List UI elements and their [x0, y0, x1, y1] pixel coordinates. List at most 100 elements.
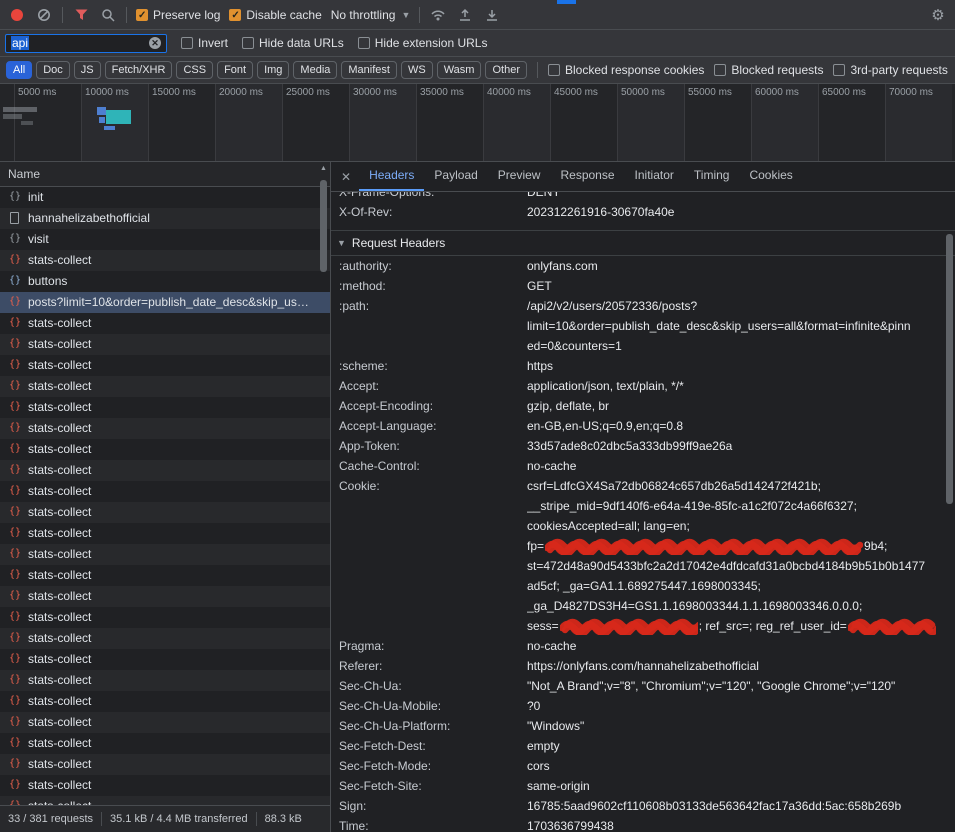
request-row[interactable]: {}stats-collect — [0, 691, 330, 712]
header-value-line: limit=10&order=publish_date_desc&skip_us… — [527, 316, 939, 336]
close-icon[interactable]: ✕ — [341, 170, 351, 184]
request-row[interactable]: hannahelizabethofficial — [0, 208, 330, 229]
request-row[interactable]: {}stats-collect — [0, 334, 330, 355]
filter-chip-font[interactable]: Font — [217, 61, 253, 79]
clear-network-log-button[interactable] — [35, 6, 53, 24]
filter-chip-js[interactable]: JS — [74, 61, 101, 79]
request-row[interactable]: {}stats-collect — [0, 712, 330, 733]
filter-chip-img[interactable]: Img — [257, 61, 289, 79]
disable-cache-checkbox[interactable]: Disable cache — [229, 8, 321, 22]
tab-cookies[interactable]: Cookies — [739, 162, 802, 191]
request-name-label: stats-collect — [28, 253, 91, 267]
clear-icon — [37, 8, 51, 22]
request-row[interactable]: {}stats-collect — [0, 796, 330, 805]
tab-timing[interactable]: Timing — [684, 162, 740, 191]
request-row[interactable]: {}init — [0, 187, 330, 208]
export-har-button[interactable] — [483, 6, 501, 24]
header-row: Sec-Ch-Ua:"Not_A Brand";v="8", "Chromium… — [331, 676, 955, 696]
request-headers-section-header[interactable]: ▼ Request Headers — [331, 230, 955, 256]
record-network-log-button[interactable] — [8, 6, 26, 24]
tab-response[interactable]: Response — [550, 162, 624, 191]
request-row[interactable]: {}stats-collect — [0, 250, 330, 271]
filter-toggle-button[interactable] — [72, 6, 90, 24]
clear-filter-icon[interactable]: ✕ — [149, 37, 161, 49]
request-row[interactable]: {}visit — [0, 229, 330, 250]
filter-funnel-icon — [75, 9, 88, 21]
header-value: ?0 — [527, 696, 955, 716]
settings-gear-icon[interactable]: ⚙ — [929, 6, 947, 24]
tab-payload[interactable]: Payload — [424, 162, 487, 191]
filter-chip-wasm[interactable]: Wasm — [437, 61, 482, 79]
request-row[interactable]: {}stats-collect — [0, 481, 330, 502]
request-row[interactable]: {}stats-collect — [0, 670, 330, 691]
scrollbar-thumb[interactable] — [320, 180, 327, 272]
timeline-tick-label: 15000 ms — [152, 87, 196, 98]
header-value: "Windows" — [527, 716, 955, 736]
tab-initiator[interactable]: Initiator — [625, 162, 684, 191]
scroll-up-button[interactable]: ▲ — [318, 165, 329, 172]
request-row[interactable]: {}stats-collect — [0, 397, 330, 418]
filter-chip-manifest[interactable]: Manifest — [341, 61, 397, 79]
request-row[interactable]: {}stats-collect — [0, 460, 330, 481]
throttling-select[interactable]: No throttling ▼ — [331, 8, 411, 22]
request-name-label: stats-collect — [28, 337, 91, 351]
header-value: 16785:5aad9602cf110608b03133de563642fac1… — [527, 796, 955, 816]
third-party-requests-checkbox[interactable]: 3rd-party requests — [833, 63, 947, 77]
network-conditions-button[interactable] — [429, 6, 447, 24]
filter-input[interactable]: api ✕ — [5, 34, 167, 53]
redaction-scribble — [560, 618, 698, 636]
request-row[interactable]: {}stats-collect — [0, 502, 330, 523]
filter-chip-fetch-xhr[interactable]: Fetch/XHR — [105, 61, 173, 79]
header-name: Sec-Ch-Ua-Mobile: — [331, 696, 527, 716]
details-scrollbar[interactable] — [944, 224, 955, 832]
request-row[interactable]: {}stats-collect — [0, 649, 330, 670]
request-row[interactable]: {}stats-collect — [0, 628, 330, 649]
request-row[interactable]: {}stats-collect — [0, 418, 330, 439]
request-list-scrollbar[interactable]: ▲ — [318, 165, 329, 802]
request-row[interactable]: {}stats-collect — [0, 439, 330, 460]
filter-chip-all[interactable]: All — [6, 61, 32, 79]
tab-headers[interactable]: Headers — [359, 162, 424, 191]
request-row[interactable]: {}stats-collect — [0, 607, 330, 628]
filter-chip-doc[interactable]: Doc — [36, 61, 70, 79]
header-row: Sec-Ch-Ua-Mobile:?0 — [331, 696, 955, 716]
hide-data-urls-checkbox[interactable]: Hide data URLs — [242, 36, 344, 50]
request-row[interactable]: {}buttons — [0, 271, 330, 292]
request-row[interactable]: {}stats-collect — [0, 523, 330, 544]
blocked-response-cookies-checkbox[interactable]: Blocked response cookies — [548, 63, 704, 77]
request-row[interactable]: {}stats-collect — [0, 565, 330, 586]
json-braces-icon: {} — [8, 799, 22, 805]
preserve-log-checkbox[interactable]: Preserve log — [136, 8, 220, 22]
filter-input-value: api — [11, 36, 29, 50]
request-row[interactable]: {}stats-collect — [0, 775, 330, 796]
overview-activity-bar — [99, 117, 105, 123]
request-row[interactable]: {}stats-collect — [0, 376, 330, 397]
cookie-value-line: csrf=LdfcGX4Sa72db06824c657db26a5d142472… — [527, 476, 939, 496]
timeline-tick-label: 30000 ms — [353, 87, 397, 98]
hide-extension-urls-checkbox[interactable]: Hide extension URLs — [358, 36, 488, 50]
invert-checkbox[interactable]: Invert — [181, 36, 228, 50]
network-overview-timeline[interactable]: 5000 ms10000 ms15000 ms20000 ms25000 ms3… — [0, 84, 955, 162]
request-row[interactable]: {}stats-collect — [0, 733, 330, 754]
request-row[interactable]: {}stats-collect — [0, 355, 330, 376]
cookie-text: fp= — [527, 539, 544, 553]
request-row[interactable]: {}stats-collect — [0, 544, 330, 565]
filter-chip-css[interactable]: CSS — [176, 61, 213, 79]
blocked-requests-checkbox[interactable]: Blocked requests — [714, 63, 823, 77]
request-row[interactable]: {}posts?limit=10&order=publish_date_desc… — [0, 292, 330, 313]
request-row[interactable]: {}stats-collect — [0, 313, 330, 334]
name-column-header[interactable]: Name — [0, 162, 330, 187]
request-name-label: stats-collect — [28, 673, 91, 687]
search-button[interactable] — [99, 6, 117, 24]
import-har-button[interactable] — [456, 6, 474, 24]
request-name-label: visit — [28, 232, 49, 246]
filter-chip-other[interactable]: Other — [485, 61, 527, 79]
request-row[interactable]: {}stats-collect — [0, 586, 330, 607]
tab-preview[interactable]: Preview — [488, 162, 551, 191]
filter-chip-ws[interactable]: WS — [401, 61, 433, 79]
request-row[interactable]: {}stats-collect — [0, 754, 330, 775]
request-name-label: stats-collect — [28, 694, 91, 708]
scrollbar-thumb[interactable] — [946, 234, 953, 504]
filter-bar: api ✕ Invert Hide data URLs Hide extensi… — [0, 30, 955, 57]
filter-chip-media[interactable]: Media — [293, 61, 337, 79]
